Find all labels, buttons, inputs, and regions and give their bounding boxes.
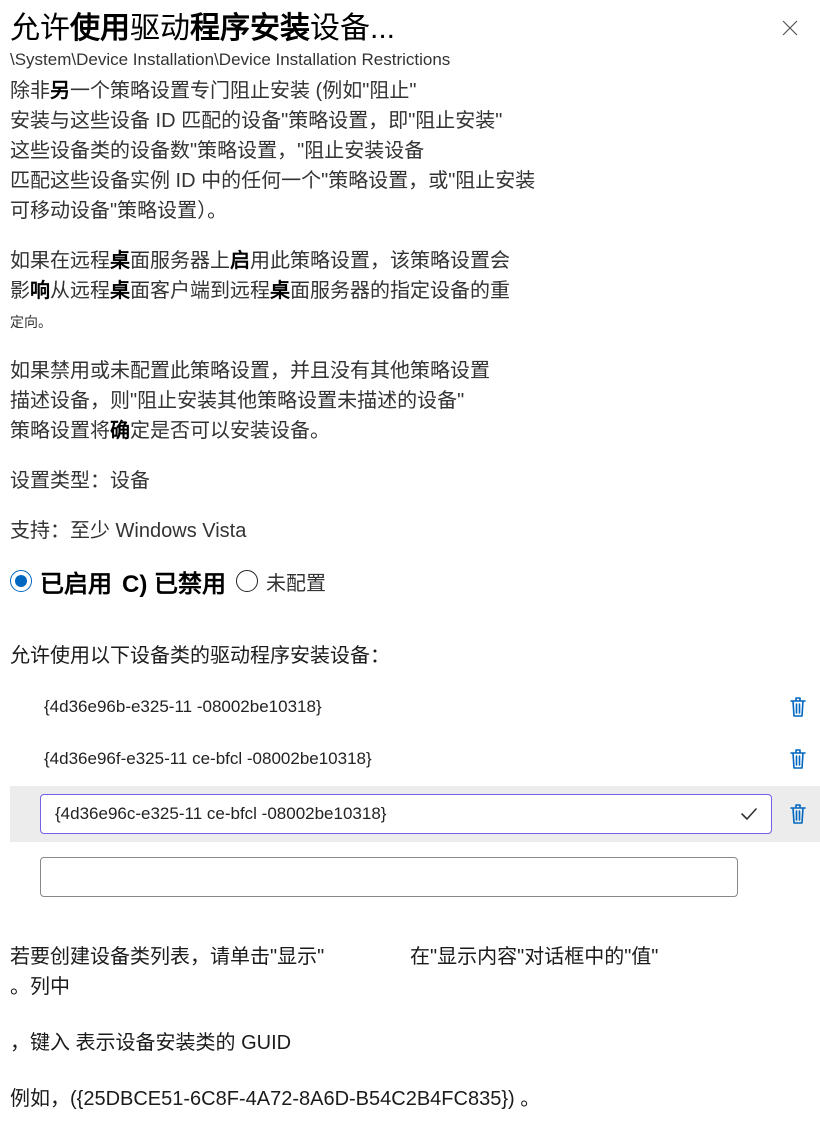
guid-input-value: {4d36e96c-e325-11 ce-bfcl -08002be10318} bbox=[55, 804, 737, 824]
list-item-new bbox=[40, 852, 738, 902]
close-button[interactable] bbox=[776, 14, 804, 42]
radio-notconfigured[interactable]: 未配置 bbox=[236, 567, 326, 596]
trash-icon bbox=[788, 803, 808, 825]
delete-button[interactable] bbox=[786, 695, 810, 719]
trash-icon bbox=[788, 748, 808, 770]
list-item-text: {4d36e96b-e325-11 -08002be10318} bbox=[40, 697, 772, 717]
radio-notconfigured-label: 未配置 bbox=[266, 567, 326, 596]
list-item-active: {4d36e96c-e325-11 ce-bfcl -08002be10318} bbox=[10, 786, 820, 842]
radio-disabled-label: C) 已禁用 bbox=[122, 564, 226, 599]
guid-input[interactable]: {4d36e96c-e325-11 ce-bfcl -08002be10318} bbox=[40, 794, 772, 834]
footer-help-right: 在"显示内容"对话框中的"值" bbox=[410, 942, 658, 972]
footer-help-line: 。列中 bbox=[10, 972, 810, 1002]
description: 除非另一个策略设置专门阻止安装 (例如"阻止"安装与这些设备 ID 匹配的设备"… bbox=[10, 76, 810, 546]
delete-button[interactable] bbox=[786, 802, 810, 826]
new-guid-input[interactable] bbox=[40, 857, 738, 897]
footer-help-line: 例如，({25DBCE51-6C8F-4A72-8A6D-B54C2B4FC83… bbox=[10, 1084, 810, 1114]
delete-button[interactable] bbox=[786, 747, 810, 771]
page-title: 允许使用驱动程序安装设备... bbox=[10, 10, 810, 48]
footer-help-line: ，键入 表示设备安装类的 GUID bbox=[10, 1028, 810, 1058]
list-label: 允许使用以下设备类的驱动程序安装设备： bbox=[10, 639, 810, 668]
guid-list: {4d36e96b-e325-11 -08002be10318} {4d36e9… bbox=[10, 682, 810, 902]
list-item: {4d36e96f-e325-11 ce-bfcl -08002be10318} bbox=[40, 734, 810, 784]
radio-enabled-label: 已启用 bbox=[40, 564, 112, 599]
list-item: {4d36e96b-e325-11 -08002be10318} bbox=[40, 682, 810, 732]
close-icon bbox=[781, 19, 799, 37]
confirm-button[interactable] bbox=[737, 802, 761, 826]
footer-help-left: 若要创建设备类列表，请单击"显示" bbox=[10, 942, 350, 972]
radio-icon bbox=[10, 570, 32, 592]
breadcrumb: \System\Device Installation\Device Insta… bbox=[10, 50, 810, 70]
radio-enabled[interactable]: 已启用 bbox=[10, 564, 112, 599]
check-icon bbox=[739, 804, 759, 824]
footer-help: 若要创建设备类列表，请单击"显示" 在"显示内容"对话框中的"值" 。列中 ，键… bbox=[10, 942, 810, 1114]
state-radio-group: 已启用 C) 已禁用 未配置 bbox=[10, 564, 810, 599]
radio-icon bbox=[236, 570, 258, 592]
trash-icon bbox=[788, 696, 808, 718]
list-item-text: {4d36e96f-e325-11 ce-bfcl -08002be10318} bbox=[40, 749, 772, 769]
